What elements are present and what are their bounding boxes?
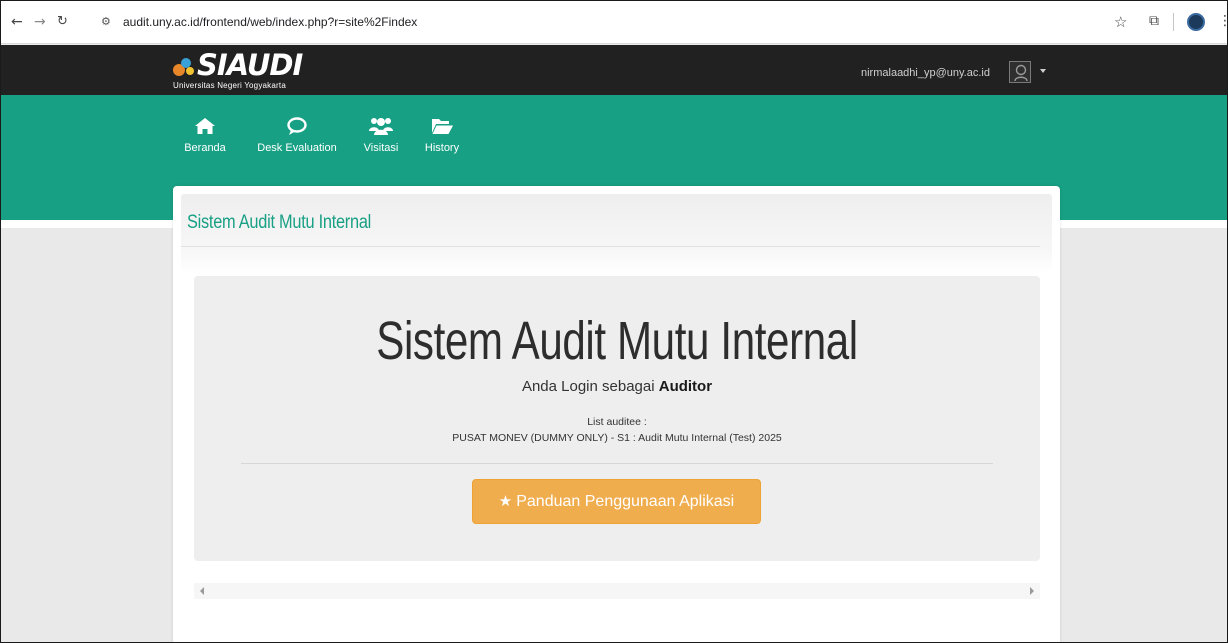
bookmark-star-icon[interactable]: ☆ bbox=[1114, 13, 1127, 31]
jumbotron: Sistem Audit Mutu Internal Anda Login se… bbox=[194, 276, 1040, 561]
menu-label: History bbox=[424, 142, 460, 154]
address-bar[interactable]: audit.uny.ac.id/frontend/web/index.php?r… bbox=[123, 15, 417, 29]
auditee-list-label: List auditee : bbox=[587, 416, 647, 428]
back-arrow-icon[interactable]: ← bbox=[11, 15, 23, 29]
user-avatar[interactable] bbox=[1009, 61, 1031, 83]
extensions-icon[interactable]: ⧉ bbox=[1149, 13, 1159, 29]
logo-subtitle: Universitas Negeri Yogyakarta bbox=[173, 81, 286, 90]
reload-icon[interactable]: ↻ bbox=[57, 15, 68, 29]
more-menu-icon[interactable]: ⋮ bbox=[1218, 13, 1227, 29]
users-icon bbox=[369, 118, 393, 135]
menu-item-beranda[interactable]: Beranda bbox=[179, 115, 231, 154]
menu-label: Beranda bbox=[184, 142, 226, 154]
site-settings-icon[interactable]: ⚙ bbox=[101, 15, 111, 28]
card-header: Sistem Audit Mutu Internal bbox=[181, 194, 1052, 274]
toolbar-divider bbox=[1173, 13, 1174, 31]
top-navbar: SIAUDI Universitas Negeri Yogyakarta nir… bbox=[1, 45, 1227, 95]
login-prefix: Anda Login sebagai bbox=[521, 378, 655, 395]
menu-item-history[interactable]: History bbox=[417, 115, 467, 154]
browser-window: ← → ↻ ⚙ audit.uny.ac.id/frontend/web/ind… bbox=[0, 0, 1228, 643]
page-title: Sistem Audit Mutu Internal bbox=[187, 212, 372, 233]
scroll-right-icon[interactable] bbox=[1030, 587, 1034, 595]
logo-mark-icon bbox=[173, 58, 194, 76]
menu-label: Visitasi bbox=[363, 142, 399, 154]
browser-toolbar: ← → ↻ ⚙ audit.uny.ac.id/frontend/web/ind… bbox=[1, 1, 1227, 44]
horizontal-scrollbar[interactable] bbox=[194, 583, 1040, 599]
menu-label: Desk Evaluation bbox=[257, 142, 337, 154]
folder-open-icon bbox=[432, 119, 453, 134]
divider bbox=[181, 246, 1040, 247]
menu-item-desk-evaluation[interactable]: Desk Evaluation bbox=[252, 115, 342, 154]
user-avatar-icon bbox=[1014, 64, 1028, 82]
chevron-down-icon[interactable] bbox=[1040, 69, 1046, 73]
scroll-left-icon[interactable] bbox=[200, 587, 204, 595]
comment-icon bbox=[287, 117, 307, 135]
profile-icon[interactable] bbox=[1187, 13, 1205, 31]
star-icon: ★ bbox=[498, 492, 513, 510]
auditee-list-value: PUSAT MONEV (DUMMY ONLY) - S1 : Audit Mu… bbox=[452, 432, 782, 444]
jumbotron-title: Sistem Audit Mutu Internal bbox=[376, 311, 858, 371]
login-role-text: Anda Login sebagai Auditor bbox=[194, 378, 1040, 395]
logo-wordmark: SIAUDI bbox=[197, 48, 303, 82]
menu-item-visitasi[interactable]: Visitasi bbox=[357, 115, 405, 154]
site-logo[interactable]: SIAUDI Universitas Negeri Yogyakarta bbox=[171, 49, 321, 93]
user-email[interactable]: nirmalaadhi_yp@uny.ac.id bbox=[861, 67, 990, 79]
app-guide-button[interactable]: ★ Panduan Penggunaan Aplikasi bbox=[472, 479, 761, 524]
home-icon bbox=[195, 118, 215, 134]
app-guide-button-label: Panduan Penggunaan Aplikasi bbox=[516, 493, 735, 510]
forward-arrow-icon[interactable]: → bbox=[34, 15, 46, 29]
main-card: Sistem Audit Mutu Internal Sistem Audit … bbox=[173, 186, 1060, 642]
divider bbox=[241, 463, 993, 464]
login-role: Auditor bbox=[658, 378, 713, 395]
